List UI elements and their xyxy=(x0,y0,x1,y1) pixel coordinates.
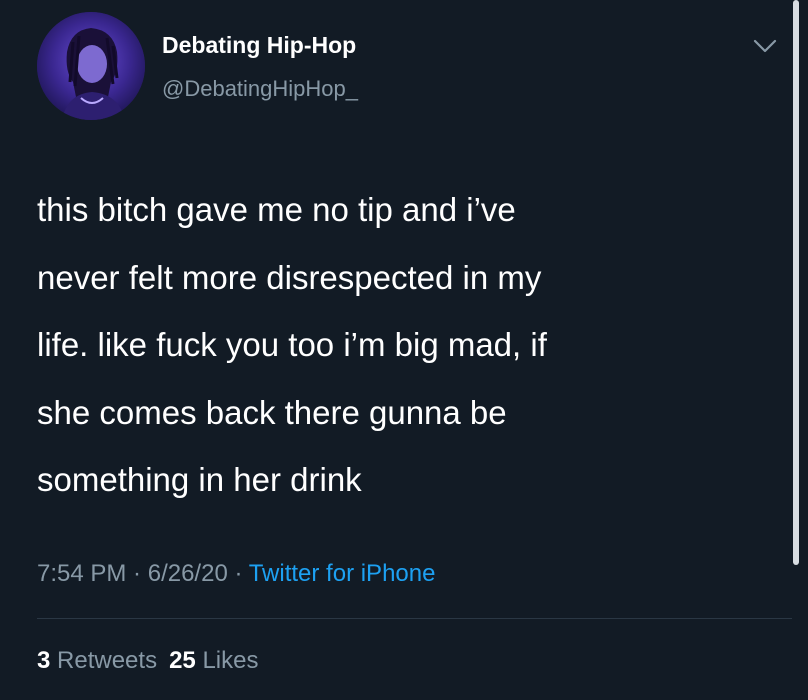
meta-separator: · xyxy=(126,560,148,587)
tweet-text-line: this bitch gave me no tip and i’ve xyxy=(37,191,516,228)
tweet-card: Debating Hip-Hop @DebatingHipHop_ this b… xyxy=(0,0,808,700)
meta-separator: · xyxy=(227,560,249,587)
tweet-text-line: something in her drink xyxy=(37,461,362,498)
tweet-text: this bitch gave me no tip and i’ve never… xyxy=(37,176,767,514)
tweet-text-line: she comes back there gunna be xyxy=(37,393,507,431)
likes-count: 25 xyxy=(169,647,196,674)
likes-stat[interactable]: 25 Likes xyxy=(169,647,258,674)
engagement-stats: 3 Retweets 25 Likes xyxy=(37,647,258,675)
avatar[interactable] xyxy=(37,12,145,120)
tweet-meta: 7:54 PM · 6/26/20 · Twitter for iPhone xyxy=(37,560,435,588)
retweets-count: 3 xyxy=(37,647,51,674)
tweet-text-line: life. like fuck you too i’m big mad, if xyxy=(37,326,547,363)
tweet-date[interactable]: 6/26/20 xyxy=(148,560,228,587)
tweet-text-line: never felt more disrespected in my xyxy=(37,258,542,296)
tweet-time[interactable]: 7:54 PM xyxy=(37,560,126,587)
likes-label: Likes xyxy=(202,647,259,674)
scrollbar[interactable] xyxy=(793,0,799,565)
tweet-source-link[interactable]: Twitter for iPhone xyxy=(249,560,436,587)
chevron-down-icon[interactable] xyxy=(752,36,778,56)
divider xyxy=(37,618,792,619)
profile-photo-icon xyxy=(37,12,145,120)
display-name[interactable]: Debating Hip-Hop xyxy=(162,32,356,59)
user-handle[interactable]: @DebatingHipHop_ xyxy=(162,76,358,102)
retweets-stat[interactable]: 3 Retweets xyxy=(37,647,157,674)
retweets-label: Retweets xyxy=(57,647,158,674)
